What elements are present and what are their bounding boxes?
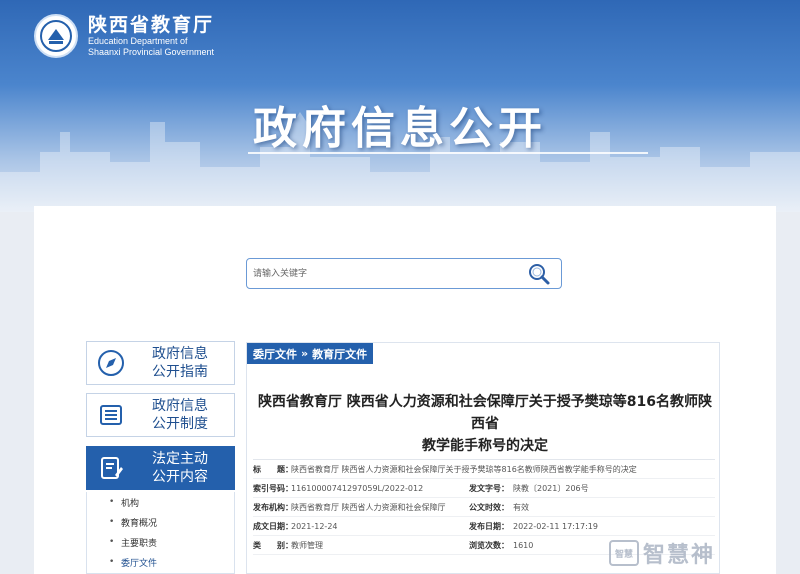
nav-content-button[interactable]: 法定主动 公开内容	[86, 446, 235, 490]
article-title-line1: 陕西省教育厅 陕西省人力资源和社会保障厅关于授予樊琼等816名教师陕西省	[257, 394, 713, 432]
meta-row-dates: 成文日期： 2021-12-24 发布日期： 2022-02-11 17:17:…	[253, 517, 715, 536]
emblem-icon	[34, 14, 78, 58]
search-input[interactable]	[253, 265, 513, 283]
sub-item-institution[interactable]: 机构	[87, 492, 234, 512]
org-logo[interactable]: 陕西省教育厅 Education Department of Shaanxi P…	[34, 14, 214, 58]
breadcrumb: 委厅文件 » 教育厅文件	[247, 343, 374, 364]
meta-row-issuer: 发布机构： 陕西省教育厅 陕西省人力资源和社会保障厅 公文时效： 有效	[253, 498, 715, 517]
edit-document-icon	[87, 453, 135, 483]
meta-row-index: 索引号码： 11610000741297059L/2022-012 发文字号： …	[253, 479, 715, 498]
header-banner: 陕西省教育厅 Education Department of Shaanxi P…	[0, 0, 800, 212]
document-list-icon	[87, 400, 135, 430]
nav-guide-label: 政府信息 公开指南	[152, 346, 208, 380]
watermark-badge: 智慧	[608, 540, 639, 566]
sub-item-documents[interactable]: 委厅文件	[87, 552, 234, 572]
org-name-en-line1: Education Department of	[88, 36, 188, 46]
article-title: 陕西省教育厅 陕西省人力资源和社会保障厅关于授予樊琼等816名教师陕西省 教学能…	[255, 391, 715, 457]
org-name-en-line2: Shaanxi Provincial Government	[88, 47, 215, 57]
watermark-text: 智慧神	[642, 543, 715, 568]
nav-sub-list: 机构 教育概况 主要职责 委厅文件	[86, 492, 235, 574]
sub-item-duties[interactable]: 主要职责	[87, 532, 234, 552]
breadcrumb-separator: »	[301, 347, 309, 360]
nav-content-label: 法定主动 公开内容	[152, 451, 208, 485]
compass-icon	[87, 348, 135, 378]
article-panel: 委厅文件 » 教育厅文件 陕西省教育厅 陕西省人力资源和社会保障厅关于授予樊琼等…	[246, 342, 720, 574]
search-bar	[246, 258, 562, 289]
article-title-line2: 教学能手称号的决定	[422, 438, 548, 454]
breadcrumb-item-root[interactable]: 委厅文件	[253, 346, 297, 362]
nav-system-label: 政府信息 公开制度	[152, 398, 208, 432]
org-name: 陕西省教育厅 Education Department of Shaanxi P…	[88, 14, 214, 58]
search-button[interactable]	[525, 261, 553, 287]
sub-item-overview[interactable]: 教育概况	[87, 512, 234, 532]
search-icon	[529, 264, 550, 285]
meta-row-subject: 标 题： 陕西省教育厅 陕西省人力资源和社会保障厅关于授予樊琼等816名教师陕西…	[253, 460, 715, 479]
nav-system-button[interactable]: 政府信息 公开制度	[86, 393, 235, 437]
watermark: 智慧 智慧神	[608, 537, 715, 569]
page-title: 政府信息公开	[253, 103, 547, 154]
org-name-cn: 陕西省教育厅	[88, 14, 215, 36]
breadcrumb-item-current[interactable]: 教育厅文件	[312, 346, 367, 362]
nav-guide-button[interactable]: 政府信息 公开指南	[86, 341, 235, 385]
title-underline	[248, 152, 648, 154]
